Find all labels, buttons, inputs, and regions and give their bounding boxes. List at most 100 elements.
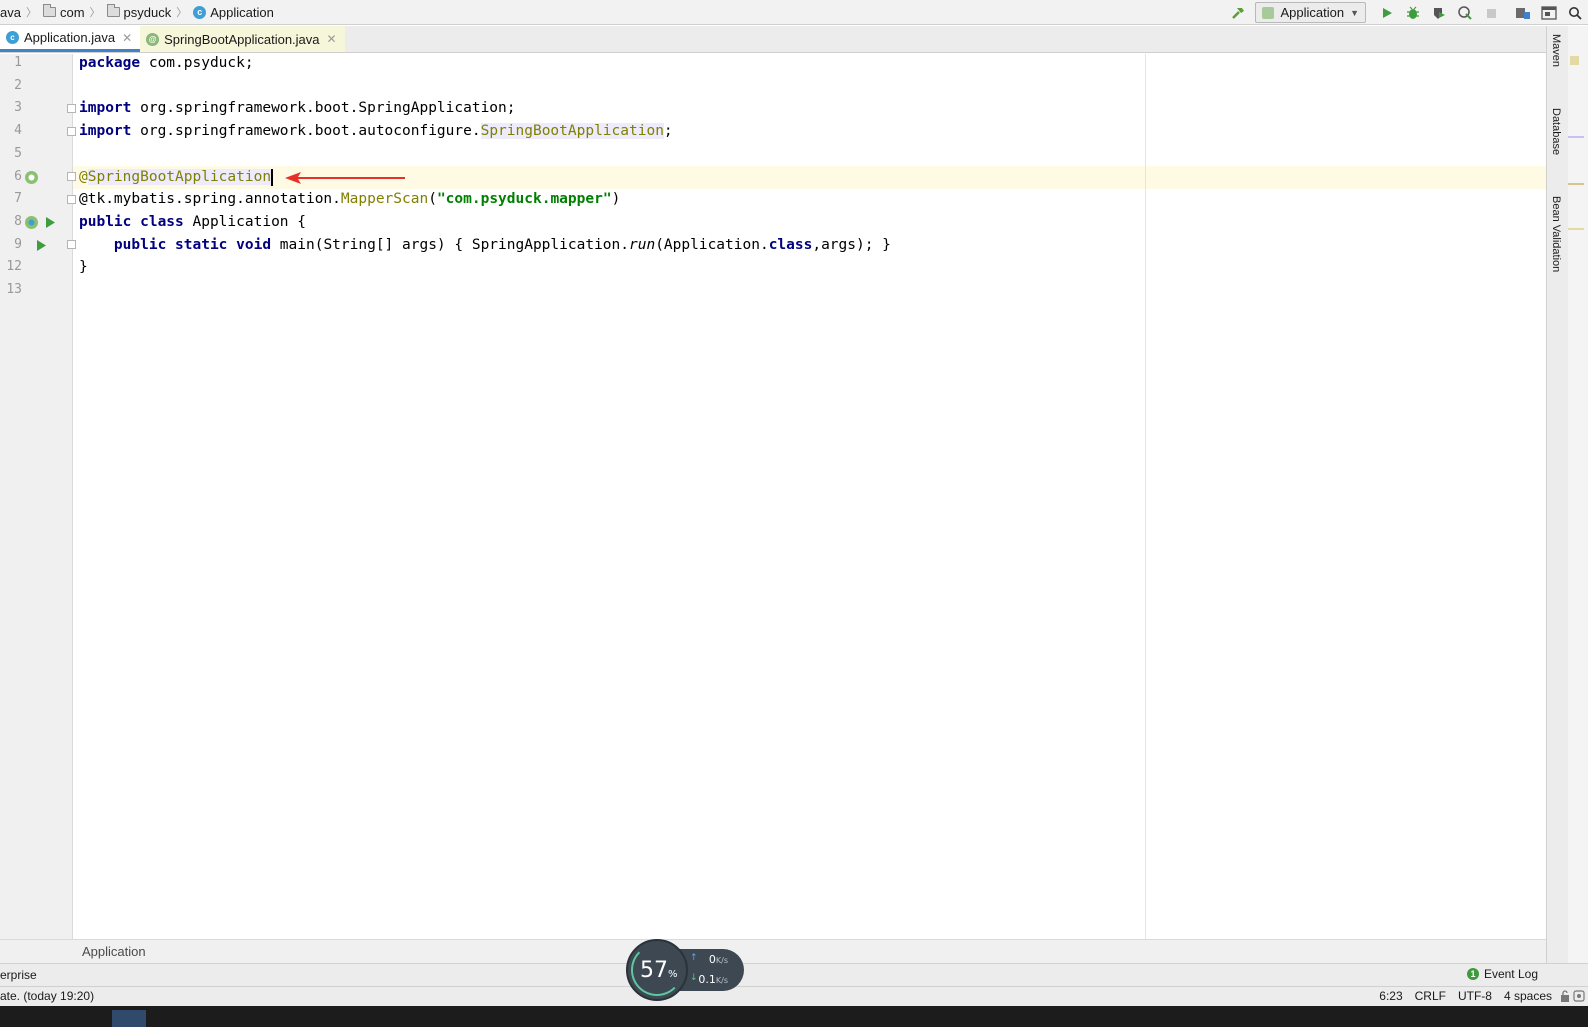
line-number: 4	[14, 123, 22, 138]
project-structure-icon	[1516, 7, 1530, 19]
breadcrumb-label: psyduck	[123, 4, 172, 20]
code-text: Application {	[183, 214, 306, 230]
folder-icon	[106, 4, 120, 17]
fold-marker[interactable]	[67, 172, 76, 181]
spring-boot-config-icon	[1262, 6, 1275, 19]
profile-button[interactable]	[1454, 2, 1476, 24]
spring-bean-icon[interactable]	[24, 215, 39, 230]
run-configuration-select[interactable]: Application ▼	[1255, 2, 1366, 23]
code-line-9: public static void main(String[] args) {…	[79, 234, 891, 257]
close-icon[interactable]: ✕	[122, 31, 132, 45]
run-gutter-icon[interactable]	[35, 239, 47, 252]
hector-icon[interactable]	[1573, 990, 1585, 1002]
annotation-mapperscan[interactable]: MapperScan	[341, 191, 428, 207]
annotation-springbootapplication[interactable]: SpringBootApplication	[87, 169, 272, 185]
project-structure-button[interactable]	[1512, 2, 1534, 24]
code-text: }	[79, 259, 88, 275]
fold-marker[interactable]	[67, 240, 76, 249]
memory-usage-gauge: 57%	[626, 939, 688, 1001]
inspection-status-icon[interactable]	[1570, 56, 1579, 65]
taskbar-pinned-app[interactable]	[112, 1010, 146, 1027]
code-text: org.springframework.boot.SpringApplicati…	[131, 100, 516, 116]
debug-button[interactable]	[1402, 2, 1424, 24]
code-text: (	[428, 191, 437, 207]
database-tool-tab[interactable]: Database	[1550, 108, 1562, 155]
stripe-marker[interactable]	[1568, 183, 1584, 185]
shield-run-icon	[1434, 7, 1445, 19]
status-message[interactable]: ate. (today 19:20)	[0, 989, 94, 1003]
bean-validation-tool-tab[interactable]: Bean Validation	[1550, 196, 1562, 272]
upload-value: 0	[708, 953, 716, 966]
line-number: 9	[14, 237, 22, 252]
layout-button[interactable]	[1538, 2, 1560, 24]
breadcrumb-class[interactable]: Application	[82, 944, 146, 959]
class-icon: c	[6, 31, 19, 44]
line-number: 3	[14, 100, 22, 115]
navigation-bar: ava 〉 com 〉 psyduck 〉 c Application Applica…	[0, 0, 1588, 25]
search-icon	[1569, 6, 1582, 20]
line-number: 5	[14, 146, 22, 161]
breadcrumb-label: com	[59, 4, 85, 20]
code-line-8: public class Application {	[79, 211, 306, 234]
lock-icon[interactable]	[1560, 990, 1570, 1002]
run-gutter-icon[interactable]	[44, 216, 56, 229]
import-reference[interactable]: SpringBootApplication	[480, 123, 664, 139]
editor-breadcrumb: Application	[0, 939, 1546, 963]
code-text: )	[611, 191, 621, 207]
stripe-marker[interactable]	[1568, 136, 1584, 138]
code-line-12: }	[79, 256, 88, 279]
close-icon[interactable]: ✕	[327, 32, 337, 46]
keyword: class	[768, 237, 813, 253]
stop-icon	[1487, 8, 1496, 18]
stop-button[interactable]	[1480, 2, 1502, 24]
keyword: public static void	[113, 237, 272, 253]
tab-application-java[interactable]: c Application.java ✕	[0, 26, 141, 52]
spring-bean-icon[interactable]	[24, 170, 39, 185]
breadcrumb-application[interactable]: c Application	[187, 0, 274, 25]
search-everywhere-button[interactable]	[1564, 2, 1586, 24]
speed-unit: K/s	[715, 956, 728, 965]
maven-tool-tab[interactable]: Maven	[1550, 34, 1562, 67]
class-icon: c	[193, 5, 207, 19]
line-number: 6	[14, 169, 22, 184]
run-button[interactable]	[1376, 2, 1398, 24]
coverage-button[interactable]	[1428, 2, 1450, 24]
window-layout-icon	[1541, 5, 1557, 20]
breadcrumb-psyduck[interactable]: psyduck 〉	[101, 0, 187, 25]
java-enterprise-tab[interactable]: erprise	[0, 968, 37, 982]
event-log-button[interactable]: 1 Event Log	[1466, 967, 1538, 981]
speed-unit: K/s	[715, 976, 728, 985]
hammer-icon	[1232, 7, 1245, 19]
right-margin-guide	[1145, 54, 1146, 939]
indent-setting[interactable]: 4 spaces	[1504, 989, 1552, 1003]
database-label: Database	[1550, 108, 1562, 156]
build-button[interactable]	[1227, 2, 1249, 24]
arrow-up-icon: ↑	[690, 953, 698, 963]
code-text: com.psyduck;	[140, 55, 254, 71]
chevron-right-icon: 〉	[25, 7, 37, 19]
line-separator[interactable]: CRLF	[1415, 989, 1446, 1003]
line-number: 1	[14, 55, 22, 70]
annotation-icon: @	[146, 32, 160, 46]
file-encoding[interactable]: UTF-8	[1458, 989, 1492, 1003]
tab-label: SpringBootApplication.java	[164, 31, 320, 47]
breadcrumb-label: Application	[210, 4, 274, 20]
stripe-marker[interactable]	[1568, 228, 1584, 230]
run-icon	[1383, 7, 1392, 18]
fold-marker[interactable]	[67, 127, 76, 136]
breadcrumb-java[interactable]: ava 〉	[0, 0, 37, 25]
fold-marker[interactable]	[67, 104, 76, 113]
tab-label: Application.java	[24, 30, 116, 45]
caret-position[interactable]: 6:23	[1379, 989, 1402, 1003]
tab-springbootapplication-java[interactable]: @ SpringBootApplication.java ✕	[140, 26, 345, 52]
breadcrumb-com[interactable]: com 〉	[37, 0, 101, 25]
string-literal: "com.psyduck.mapper"	[436, 191, 612, 207]
network-speed-widget[interactable]: ↑ 0K/s ↓ 0.1K/s 57%	[626, 939, 746, 1001]
event-count-badge: 1	[1466, 968, 1479, 980]
red-arrow-annotation	[285, 172, 405, 184]
bean-validation-label: Bean Validation	[1550, 196, 1562, 273]
fold-marker[interactable]	[67, 195, 76, 204]
error-stripe[interactable]	[1568, 26, 1588, 963]
code-line-6: @SpringBootApplication	[79, 166, 274, 189]
